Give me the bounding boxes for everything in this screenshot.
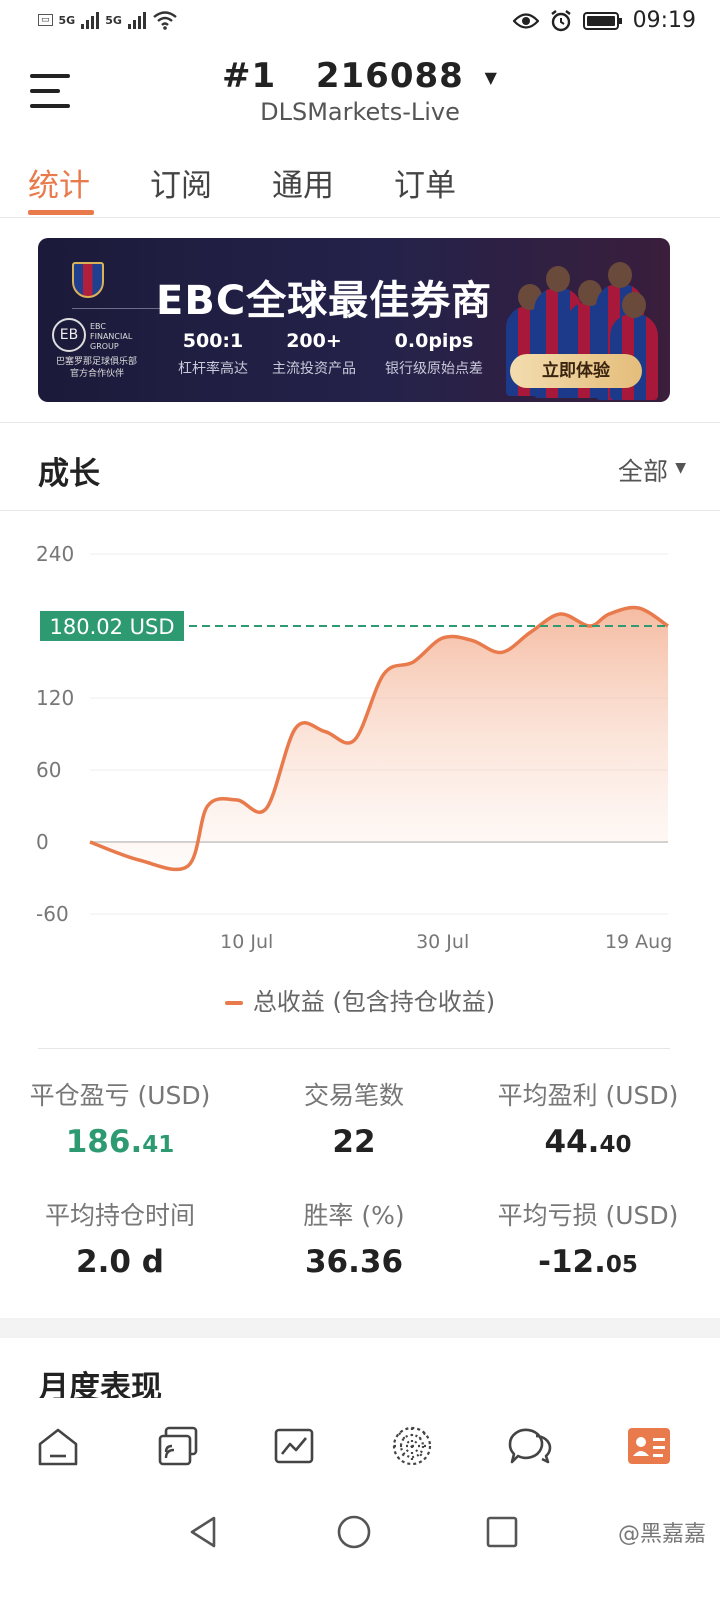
wifi-icon: [153, 11, 177, 30]
x-tick-label: 30 Jul: [416, 931, 469, 953]
signal-2-icon: [127, 11, 146, 29]
chat-icon[interactable]: [506, 1422, 554, 1470]
y-tick-label: 60: [36, 758, 61, 782]
bottom-nav: [0, 1398, 720, 1490]
system-nav: @黑嘉嘉: [0, 1490, 720, 1600]
filter-caret-icon[interactable]: ▼: [675, 460, 686, 476]
battery-icon: [582, 11, 622, 30]
sim-icon: ▭: [38, 14, 53, 26]
banner-stat-spread: 0.0pips 银行级原始点差: [385, 330, 483, 377]
try-now-button[interactable]: 立即体验: [510, 354, 642, 388]
server-name: DLSMarkets-Live: [260, 98, 460, 126]
stat-avg-hold-time: 平均持仓时间 2.0 d: [44, 1201, 195, 1280]
active-tab-indicator: [28, 210, 94, 215]
account-number: 216088: [315, 56, 464, 96]
account-selector[interactable]: #1 216088 ▼ DLSMarkets-Live: [0, 56, 720, 126]
signal-label-1: 5G: [58, 13, 76, 27]
stat-trade-count: 交易笔数 22: [303, 1081, 404, 1160]
tab-general[interactable]: 通用: [272, 160, 334, 205]
y-tick-label: 240: [36, 542, 74, 566]
signal-label-2: 5G: [105, 13, 122, 27]
home-icon[interactable]: [34, 1422, 82, 1470]
legend-label: 总收益 (包含持仓收益): [252, 988, 496, 1016]
status-left: ▭ 5G 5G: [38, 10, 178, 30]
section-spacer: [0, 1318, 720, 1338]
banner-headline: EBC全球最佳券商: [156, 278, 493, 324]
banner-stat-leverage: 500:1 杠杆率高达: [178, 330, 248, 377]
banner-divider: [72, 308, 162, 309]
y-tick-label: 0: [36, 830, 49, 854]
tab-orders[interactable]: 订单: [394, 160, 456, 205]
range-filter[interactable]: 全部: [618, 452, 668, 488]
club-crest-icon: [72, 262, 104, 298]
growth-chart: 240 120 60 0 -60 10 Jul 30 Jul 19 Aug 180.02 US…: [36, 542, 672, 953]
section-divider: [0, 422, 720, 423]
dropdown-caret-icon[interactable]: ▼: [485, 68, 498, 87]
network-icon[interactable]: [388, 1422, 436, 1470]
status-right: 09:19: [512, 8, 696, 33]
tab-subscribe[interactable]: 订阅: [150, 160, 212, 205]
tab-statistics[interactable]: 统计: [28, 160, 90, 205]
account-title[interactable]: #1 216088 ▼: [0, 56, 720, 96]
tab-bar: 统计 订阅 通用 订单: [0, 158, 720, 218]
ebc-logo-icon: EB: [52, 318, 86, 352]
cast-icon[interactable]: [154, 1422, 202, 1470]
eye-icon: [512, 12, 539, 29]
stat-avg-profit: 平均盈利 (USD) 44.40: [497, 1081, 679, 1160]
promo-banner[interactable]: EB EBC FINANCIAL GROUP 巴塞罗那足球俱乐部 官方合作伙伴 …: [38, 238, 670, 402]
legend-swatch: [224, 1001, 243, 1005]
x-tick-label: 10 Jul: [220, 931, 273, 953]
current-value-label: 180.02 USD: [49, 615, 174, 639]
status-bar: ▭ 5G 5G 09:19: [0, 0, 720, 48]
clock: 09:19: [632, 8, 696, 33]
back-icon[interactable]: [184, 1512, 224, 1552]
chart-legend: 总收益 (包含持仓收益): [0, 982, 720, 1017]
y-tick-label: 120: [36, 686, 74, 710]
recents-icon[interactable]: [482, 1512, 522, 1552]
series-area: [90, 607, 668, 870]
partner-text: 巴塞罗那足球俱乐部 官方合作伙伴: [56, 357, 138, 379]
app-header: #1 216088 ▼ DLSMarkets-Live: [0, 48, 720, 158]
stat-avg-loss: 平均亏损 (USD) -12.05: [497, 1201, 679, 1280]
section-divider: [38, 1048, 670, 1049]
signal-1-icon: [81, 11, 100, 29]
y-tick-label: -60: [36, 902, 69, 926]
banner-stat-products: 200+ 主流投资产品: [272, 330, 356, 377]
section-divider: [0, 510, 720, 511]
stat-win-rate: 胜率 (%) 36.36: [303, 1201, 405, 1280]
stat-closed-pnl: 平仓盈亏 (USD) 186.41: [29, 1081, 211, 1160]
watermark: @黑嘉嘉: [617, 1522, 706, 1547]
home-circle-icon[interactable]: [334, 1512, 374, 1552]
profile-card-icon[interactable]: [626, 1422, 674, 1470]
ebc-brand-text: EBC FINANCIAL GROUP: [90, 322, 133, 351]
growth-title: 成长: [38, 456, 100, 492]
chart-icon[interactable]: [270, 1422, 318, 1470]
account-prefix: #1: [222, 56, 277, 96]
x-tick-label: 19 Aug: [605, 931, 672, 953]
alarm-icon: [550, 9, 571, 31]
